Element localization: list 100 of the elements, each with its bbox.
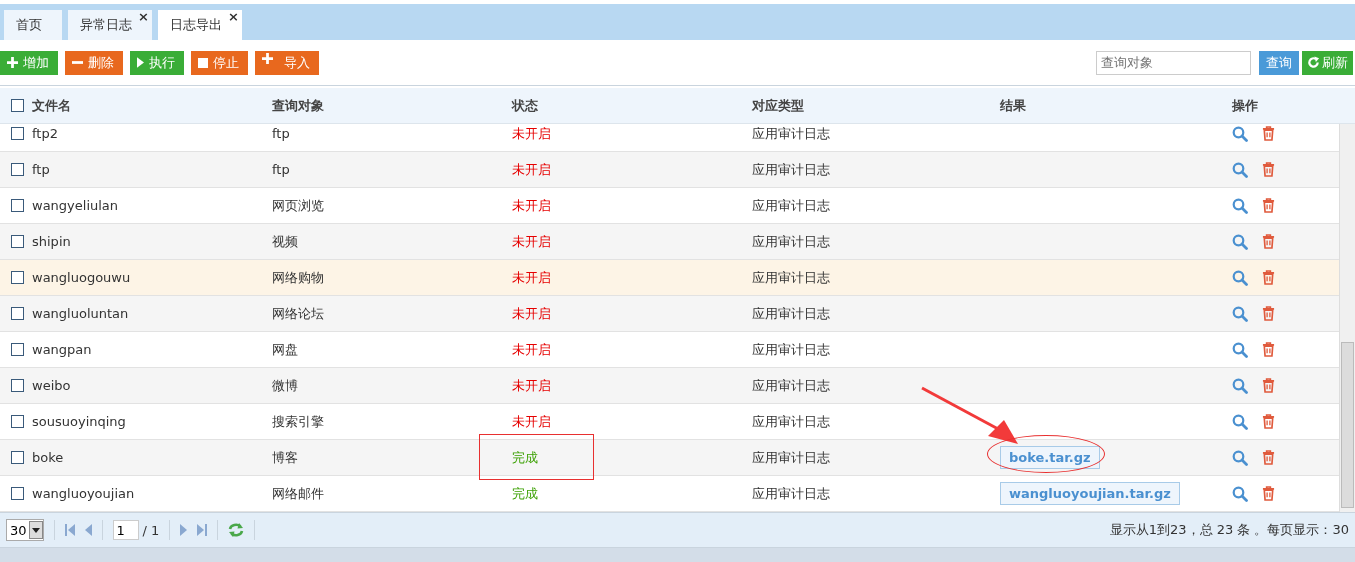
checkbox[interactable] <box>11 307 24 320</box>
trash-icon[interactable] <box>1262 234 1275 249</box>
refresh-icon[interactable] <box>228 522 245 538</box>
table-cell: 应用审计日志 <box>752 376 830 395</box>
table-cell: 应用审计日志 <box>752 484 830 503</box>
scrollbar-thumb[interactable] <box>1341 342 1354 508</box>
trash-icon[interactable] <box>1262 126 1275 141</box>
plus-icon <box>262 52 273 64</box>
table-cell: ftp <box>272 162 290 177</box>
checkbox[interactable] <box>11 127 24 140</box>
checkbox[interactable] <box>11 451 24 464</box>
status-text: 未开启 <box>512 232 551 251</box>
previous-page-icon[interactable] <box>84 524 92 536</box>
checkbox[interactable] <box>11 99 24 112</box>
search-icon[interactable] <box>1232 341 1248 358</box>
column-header: 查询对象 <box>272 96 324 115</box>
search-icon[interactable] <box>1232 125 1248 142</box>
table-cell: 应用审计日志 <box>752 232 830 251</box>
table-cell: 搜索引擎 <box>272 412 324 431</box>
refresh-icon <box>1307 56 1320 69</box>
status-text: 未开启 <box>512 160 551 179</box>
table-cell: 网络购物 <box>272 268 324 287</box>
caret-icon <box>31 527 40 533</box>
table-cell: 应用审计日志 <box>752 412 830 431</box>
scrollbar[interactable] <box>1339 124 1355 512</box>
first-page-icon[interactable] <box>64 524 75 536</box>
search-icon[interactable] <box>1232 413 1248 430</box>
table-row[interactable]: shipin 视频 未开启 应用审计日志 <box>0 224 1339 260</box>
trash-icon[interactable] <box>1262 414 1275 429</box>
checkbox[interactable] <box>11 163 24 176</box>
table-cell: 应用审计日志 <box>752 124 830 143</box>
checkbox[interactable] <box>11 235 24 248</box>
search-icon[interactable] <box>1232 161 1248 178</box>
trash-icon[interactable] <box>1262 450 1275 465</box>
search-icon[interactable] <box>1232 377 1248 394</box>
column-header: 文件名 <box>32 96 71 115</box>
search-icon[interactable] <box>1232 305 1248 322</box>
table-row[interactable]: weibo 微博 未开启 应用审计日志 <box>0 368 1339 404</box>
status-text: 未开启 <box>512 340 551 359</box>
table-cell: wangluoluntan <box>32 306 129 321</box>
tab[interactable]: 日志导出 × <box>158 10 242 40</box>
column-header: 对应类型 <box>752 96 804 115</box>
search-icon[interactable] <box>1232 233 1248 250</box>
column-header: 操作 <box>1232 96 1258 115</box>
table-cell: wangpan <box>32 342 92 357</box>
checkbox[interactable] <box>11 199 24 212</box>
tab[interactable]: 首页 <box>4 10 62 40</box>
table-cell: 微博 <box>272 376 298 395</box>
status-text: 完成 <box>512 484 538 503</box>
column-header: 结果 <box>1000 96 1026 115</box>
checkbox[interactable] <box>11 487 24 500</box>
table-cell: shipin <box>32 234 71 249</box>
trash-icon[interactable] <box>1262 378 1275 393</box>
page-size-select[interactable]: 30 <box>6 519 44 541</box>
stop-icon <box>198 57 208 68</box>
close-icon[interactable]: × <box>228 9 239 24</box>
checkbox[interactable] <box>11 271 24 284</box>
trash-icon[interactable] <box>1262 306 1275 321</box>
page-number-field[interactable]: 1 <box>112 520 139 540</box>
table-cell: 博客 <box>272 448 298 467</box>
search-icon[interactable] <box>1232 449 1248 466</box>
table-cell: 应用审计日志 <box>752 160 830 179</box>
total-pages-text: / 1 <box>142 522 160 538</box>
checkbox[interactable] <box>11 379 24 392</box>
tab[interactable]: 异常日志 × <box>68 10 152 40</box>
status-text: 未开启 <box>512 124 551 143</box>
search-icon[interactable] <box>1232 485 1248 502</box>
trash-icon[interactable] <box>1262 270 1275 285</box>
table-row[interactable]: boke 博客 完成 应用审计日志 boke.tar.gz <box>0 440 1339 476</box>
table-cell: wangluoyoujian <box>32 486 135 501</box>
table-cell: 应用审计日志 <box>752 304 830 323</box>
table-row[interactable]: wangluoluntan 网络论坛 未开启 应用审计日志 <box>0 296 1339 332</box>
search-icon[interactable] <box>1232 197 1248 214</box>
table-cell: sousuoyinqing <box>32 414 126 429</box>
checkbox[interactable] <box>11 415 24 428</box>
search-icon[interactable] <box>1232 269 1248 286</box>
trash-icon[interactable] <box>1262 162 1275 177</box>
trash-icon[interactable] <box>1262 198 1275 213</box>
trash-icon[interactable] <box>1262 342 1275 357</box>
table-row[interactable]: wangluoyoujian 网络邮件 完成 应用审计日志 wangluoyoujian.tar.gz <box>0 476 1339 512</box>
search-field[interactable]: 查询对象 <box>1096 50 1251 75</box>
table-row[interactable]: ftp ftp 未开启 应用审计日志 <box>0 152 1339 188</box>
table-cell: weibo <box>32 378 71 393</box>
next-page-icon[interactable] <box>180 524 188 536</box>
table-cell: 应用审计日志 <box>752 340 830 359</box>
trash-icon[interactable] <box>1262 486 1275 501</box>
table-cell: boke <box>32 450 64 465</box>
checkbox[interactable] <box>11 343 24 356</box>
plus-icon <box>7 57 18 68</box>
status-text: 未开启 <box>512 376 551 395</box>
last-page-icon[interactable] <box>197 524 208 536</box>
table-cell: 应用审计日志 <box>752 196 830 215</box>
status-text: 未开启 <box>512 304 551 323</box>
table-cell: wangyeliulan <box>32 198 119 213</box>
table-cell: 网页浏览 <box>272 196 324 215</box>
pagination-summary: 显示从1到23，总 23 条 。每页显示：30 <box>1109 521 1349 539</box>
close-icon[interactable]: × <box>138 9 149 24</box>
table-row[interactable]: wangluogouwu 网络购物 未开启 应用审计日志 <box>0 260 1339 296</box>
status-text: 完成 <box>512 448 538 467</box>
table-cell: 网络论坛 <box>272 304 324 323</box>
